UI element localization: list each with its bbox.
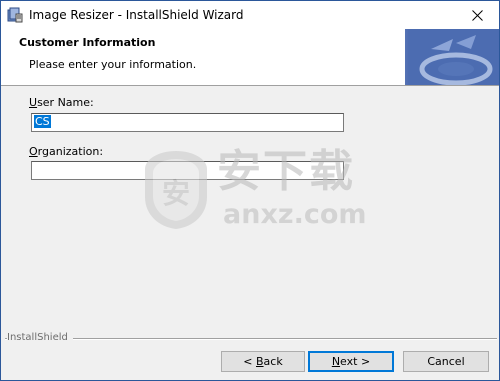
window-title: Image Resizer - InstallShield Wizard bbox=[29, 8, 244, 22]
user-name-label-text: ser Name: bbox=[37, 96, 94, 109]
back-button-label: ack bbox=[263, 355, 283, 368]
next-button-label: ext > bbox=[340, 355, 371, 368]
next-button-accel: N bbox=[331, 355, 341, 368]
cancel-button[interactable]: Cancel bbox=[403, 351, 489, 372]
installshield-brand: InstallShield bbox=[7, 331, 73, 345]
installshield-brand-line: InstallShield bbox=[5, 331, 497, 345]
organization-input[interactable] bbox=[31, 161, 344, 180]
watermark-en-text: anxz.com bbox=[223, 199, 367, 230]
anxz-logo-glyph: 安 bbox=[162, 177, 190, 210]
back-button[interactable]: < Back bbox=[221, 351, 305, 372]
user-name-label: User Name: bbox=[29, 96, 94, 109]
organization-label-text: rganization: bbox=[37, 145, 104, 158]
close-button[interactable] bbox=[455, 1, 499, 29]
installer-icon bbox=[7, 7, 23, 23]
user-name-accel: U bbox=[29, 96, 38, 109]
user-name-input[interactable]: CS bbox=[31, 113, 344, 132]
back-button-accel: B bbox=[256, 355, 264, 368]
page-subtitle: Please enter your information. bbox=[29, 58, 197, 71]
wizard-header: Customer Information Please enter your i… bbox=[1, 29, 499, 86]
page-title: Customer Information bbox=[19, 36, 156, 49]
organization-label: Organization: bbox=[29, 145, 103, 158]
organization-accel: O bbox=[29, 145, 38, 158]
close-icon bbox=[471, 9, 483, 21]
back-button-prefix: < bbox=[243, 355, 256, 368]
next-button[interactable]: Next > bbox=[308, 351, 394, 372]
title-bar: Image Resizer - InstallShield Wizard bbox=[1, 1, 499, 29]
footer-divider bbox=[5, 338, 497, 340]
installer-window: Image Resizer - InstallShield Wizard Cus… bbox=[0, 0, 500, 381]
cancel-button-label: Cancel bbox=[427, 355, 465, 368]
user-name-value: CS bbox=[34, 115, 51, 128]
